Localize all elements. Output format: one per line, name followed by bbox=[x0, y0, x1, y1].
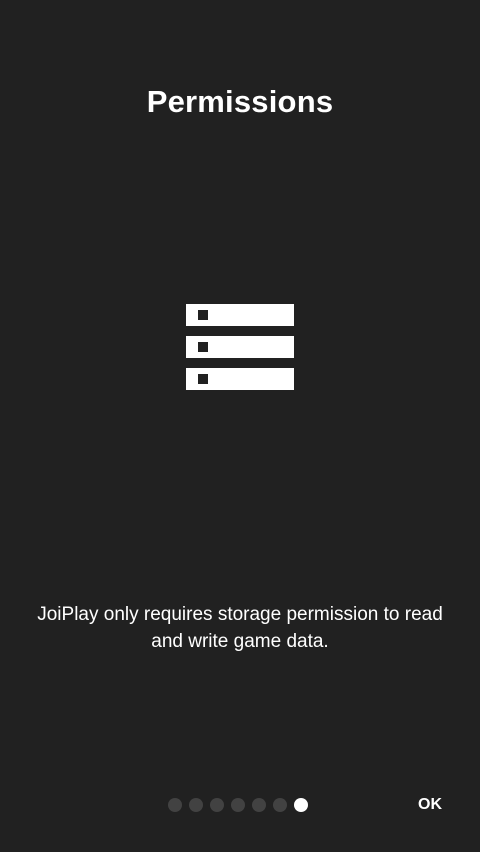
page-dot-6 bbox=[273, 797, 287, 812]
permission-description: JoiPlay only requires storage permission… bbox=[37, 604, 443, 652]
ok-button[interactable]: OK bbox=[400, 790, 460, 820]
page-dot-7-active bbox=[294, 797, 308, 812]
page-dot-5 bbox=[252, 797, 266, 812]
storage-icon bbox=[186, 304, 294, 390]
page-dot-3 bbox=[210, 797, 224, 812]
page-title: Permissions bbox=[146, 84, 334, 119]
page-dot-2 bbox=[189, 797, 203, 812]
page-indicator bbox=[168, 797, 308, 812]
page-dot-1 bbox=[168, 797, 182, 812]
page-dot-4 bbox=[231, 797, 245, 812]
permissions-screen: Permissions JoiPlay only requires storag… bbox=[0, 0, 480, 852]
